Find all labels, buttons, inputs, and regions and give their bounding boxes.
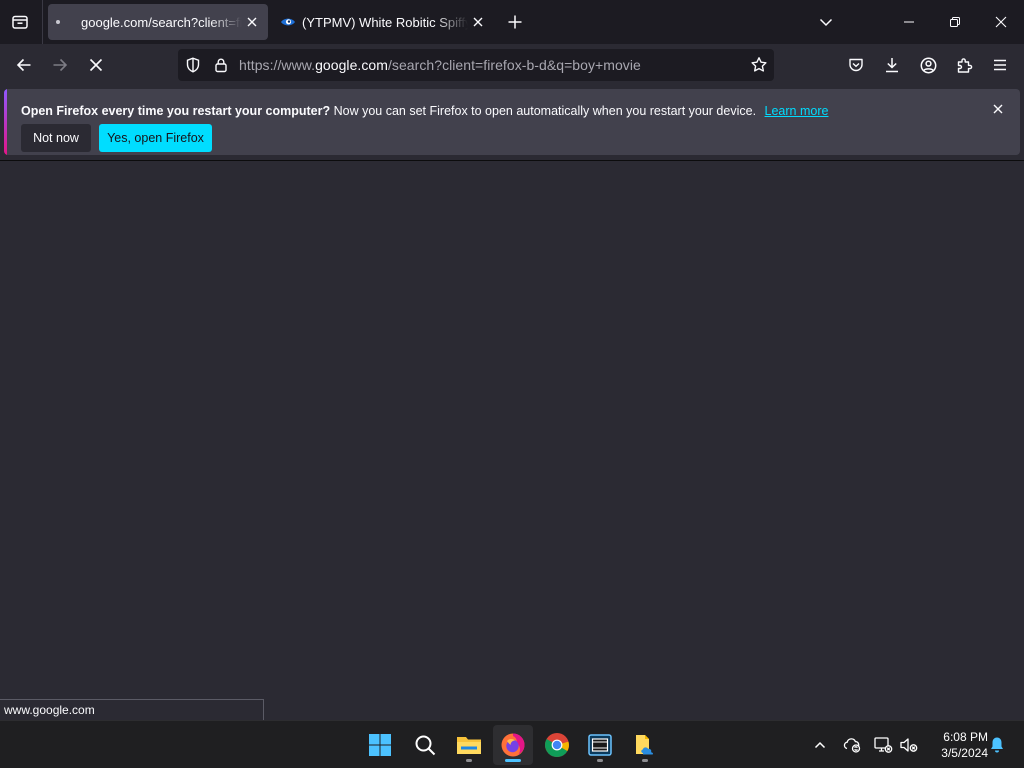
restore-button[interactable]: [932, 0, 978, 44]
file-explorer-button[interactable]: [449, 725, 489, 765]
tab-close-button[interactable]: [242, 12, 262, 32]
tab-title: (YTPMV) White Robitic Spiffy Song: [302, 14, 468, 30]
clock-time: 6:08 PM: [943, 730, 988, 744]
back-arrow-icon: [16, 58, 31, 72]
volume-muted-icon: [900, 738, 918, 752]
search-icon: [415, 735, 436, 756]
tab-inactive[interactable]: (YTPMV) White Robitic Spiffy Song: [272, 4, 494, 40]
close-icon: [247, 17, 257, 27]
download-icon: [886, 58, 898, 73]
volume-tray-button[interactable]: [898, 734, 920, 756]
status-panel: www.google.com: [0, 699, 264, 720]
media-app-icon: [588, 734, 612, 756]
onedrive-tray-button[interactable]: [841, 734, 863, 756]
windows-start-icon: [369, 734, 391, 756]
tab-close-button[interactable]: [468, 12, 488, 32]
address-bar[interactable]: https://www.google.com/search?client=fir…: [178, 49, 774, 81]
notifications-button[interactable]: [986, 734, 1008, 756]
firefox-taskbar-button[interactable]: [493, 725, 533, 765]
not-now-button[interactable]: Not now: [21, 124, 91, 152]
notification-close-button[interactable]: [990, 101, 1006, 117]
notification-title: Open Firefox every time you restart your…: [21, 104, 331, 118]
puzzle-piece-icon: [957, 57, 972, 73]
chrome-icon: [545, 733, 569, 757]
firefox-view-icon: [12, 15, 28, 29]
tab-strip: google.com/search?client=firefox-b-d&q=b…: [0, 0, 1024, 44]
start-button[interactable]: [360, 725, 400, 765]
notification-accent-bar: [4, 89, 7, 155]
firefox-view-button[interactable]: [6, 8, 34, 36]
minimize-icon: [904, 21, 914, 23]
stop-icon: [89, 58, 103, 72]
url-path: /search?client=firefox-b-d&q=boy+movie: [387, 57, 641, 73]
close-icon: [473, 17, 483, 27]
close-icon: [995, 16, 1007, 28]
running-indicator: [466, 759, 472, 762]
system-clock[interactable]: 6:08 PM 3/5/2024: [926, 729, 988, 761]
pocket-icon: [849, 58, 863, 72]
tab-separator: [42, 0, 43, 44]
files-cloud-taskbar-button[interactable]: [625, 725, 665, 765]
app-menu-button[interactable]: [984, 49, 1016, 81]
clock-date: 3/5/2024: [941, 746, 988, 760]
notification-message: Open Firefox every time you restart your…: [21, 104, 828, 118]
bookmark-star-icon[interactable]: [750, 56, 768, 74]
taskbar-search-button[interactable]: [405, 725, 445, 765]
page-content[interactable]: www.google.com: [0, 161, 1024, 720]
chevron-down-icon: [819, 18, 833, 27]
cloud-sync-icon: [843, 738, 861, 753]
media-app-taskbar-button[interactable]: [580, 725, 620, 765]
loading-dot-icon: [56, 20, 60, 24]
bell-icon: [991, 737, 1003, 753]
yes-open-firefox-button[interactable]: Yes, open Firefox: [99, 124, 212, 152]
active-indicator: [505, 759, 521, 762]
plus-icon: [508, 15, 522, 29]
url-text[interactable]: https://www.google.com/search?client=fir…: [239, 57, 641, 73]
running-indicator: [642, 759, 648, 762]
back-button[interactable]: [8, 49, 40, 81]
close-icon: [993, 104, 1003, 114]
windows-taskbar: 6:08 PM 3/5/2024: [0, 720, 1024, 768]
chevron-up-icon: [814, 741, 826, 749]
tab-active[interactable]: google.com/search?client=firefox-b-d&q=b…: [48, 4, 268, 40]
eye-favicon-icon: [280, 14, 296, 30]
stop-loading-button[interactable]: [80, 49, 112, 81]
account-icon: [920, 57, 936, 73]
url-host: google.com: [315, 57, 388, 73]
list-all-tabs-button[interactable]: [803, 0, 849, 44]
account-button[interactable]: [912, 49, 944, 81]
show-hidden-icons-button[interactable]: [809, 734, 831, 756]
extensions-button[interactable]: [948, 49, 980, 81]
forward-button[interactable]: [44, 49, 76, 81]
files-cloud-icon: [636, 735, 654, 755]
restore-icon: [950, 17, 960, 27]
notification-area: Open Firefox every time you restart your…: [0, 86, 1024, 161]
url-prefix: https://www.: [239, 57, 316, 73]
hamburger-menu-icon: [994, 59, 1006, 71]
network-icon: [874, 737, 893, 753]
file-explorer-icon: [457, 737, 481, 754]
notification-body: Now you can set Firefox to open automati…: [333, 104, 757, 118]
chrome-taskbar-button[interactable]: [537, 725, 577, 765]
lock-icon[interactable]: [212, 56, 230, 74]
new-tab-button[interactable]: [503, 10, 527, 34]
default-browser-notification: Open Firefox every time you restart your…: [4, 89, 1020, 155]
navigation-toolbar: https://www.google.com/search?client=fir…: [0, 44, 1024, 86]
minimize-button[interactable]: [886, 0, 932, 44]
pocket-button[interactable]: [840, 49, 872, 81]
close-window-button[interactable]: [978, 0, 1024, 44]
running-indicator: [597, 759, 603, 762]
tab-title: google.com/search?client=firefox-b-d&q=b…: [81, 14, 242, 30]
firefox-icon: [501, 733, 525, 757]
learn-more-link[interactable]: Learn more: [765, 104, 829, 118]
downloads-button[interactable]: [876, 49, 908, 81]
tracking-protection-shield-icon[interactable]: [184, 56, 202, 74]
forward-arrow-icon: [53, 58, 68, 72]
network-tray-button[interactable]: [872, 734, 894, 756]
